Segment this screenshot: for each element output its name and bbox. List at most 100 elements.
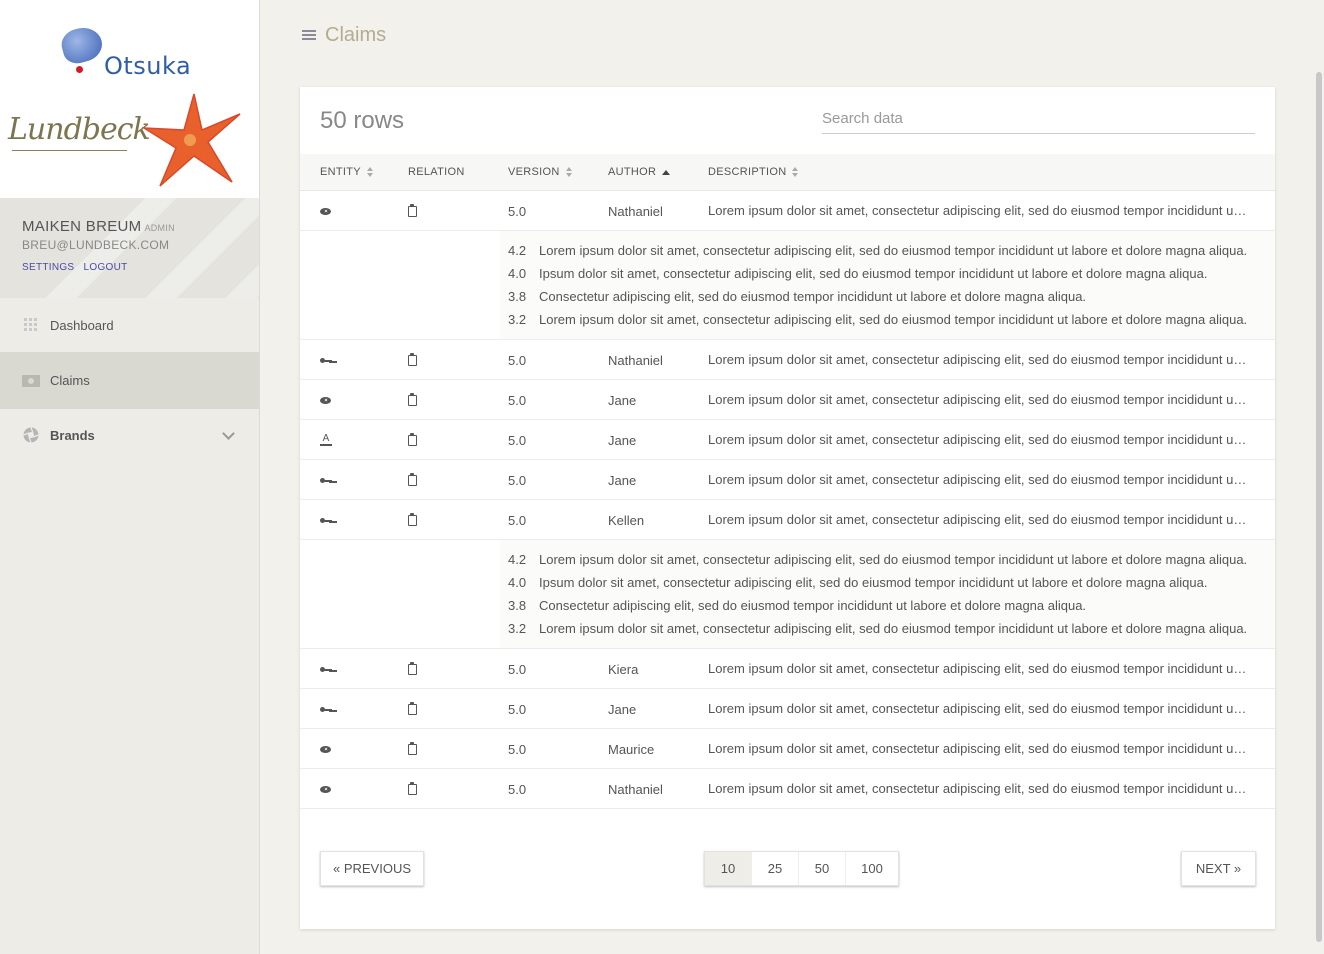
author-cell: Jane — [608, 432, 637, 448]
eye-icon[interactable] — [320, 785, 331, 793]
user-name: MAIKEN BREUM ADMIN — [22, 218, 175, 235]
description-cell: Lorem ipsum dolor sit amet, consectetur … — [708, 661, 1248, 676]
table-row[interactable]: 5.0 Nathaniel Lorem ipsum dolor sit amet, … — [300, 340, 1275, 380]
relation-cell — [408, 380, 428, 420]
relation-cell — [408, 769, 428, 809]
author-cell: Jane — [608, 701, 637, 717]
clipboard-icon[interactable] — [408, 352, 417, 366]
scrollbar[interactable] — [1316, 72, 1322, 942]
logo-area: Otsuka Lundbeck — [0, 0, 259, 198]
page-size-selector: 10 25 50 100 — [704, 851, 899, 886]
table-row[interactable]: 5.0 Jane Lorem ipsum dolor sit amet, conse… — [300, 460, 1275, 500]
history-text: Lorem ipsum dolor sit amet, consectetur … — [539, 312, 1248, 327]
clipboard-icon[interactable] — [408, 392, 417, 406]
clipboard-icon[interactable] — [408, 432, 417, 446]
page-size-50[interactable]: 50 — [799, 852, 846, 885]
description-cell: Lorem ipsum dolor sit amet, consectetur … — [708, 512, 1248, 527]
user-role: ADMIN — [144, 223, 175, 233]
eye-icon[interactable] — [320, 207, 331, 215]
column-header-version[interactable]: VERSION — [508, 166, 573, 178]
table-row[interactable]: 5.0 Nathaniel Lorem ipsum dolor sit amet, … — [300, 191, 1275, 231]
entity-cell — [320, 769, 340, 809]
version-history: 4.2 Lorem ipsum dolor sit amet, consectet… — [300, 540, 1275, 649]
sidebar: Otsuka Lundbeck MAIKEN BREUM ADMIN BREU@L… — [0, 0, 260, 954]
font-color-icon[interactable]: A — [320, 434, 332, 446]
description-cell: Lorem ipsum dolor sit amet, consectetur … — [708, 432, 1248, 447]
history-version: 3.8 — [508, 289, 527, 304]
clipboard-icon[interactable] — [408, 701, 417, 715]
page-header: Claims — [302, 24, 386, 47]
history-version: 4.0 — [508, 266, 527, 281]
search-input[interactable] — [822, 103, 1255, 134]
history-item: 3.8 Consectetur adipiscing elit, sed do e… — [500, 289, 1086, 305]
table-row[interactable]: 5.0 Kiera Lorem ipsum dolor sit amet, cons… — [300, 649, 1275, 689]
description-cell: Lorem ipsum dolor sit amet, consectetur … — [708, 701, 1248, 716]
page-size-100[interactable]: 100 — [846, 852, 898, 885]
key-icon[interactable] — [320, 357, 332, 364]
history-text: Consectetur adipiscing elit, sed do eius… — [539, 598, 1087, 613]
entity-cell — [320, 191, 340, 231]
entity-cell — [320, 649, 340, 689]
previous-button[interactable]: « PREVIOUS — [320, 851, 424, 886]
table-row[interactable]: 5.0 Jane Lorem ipsum dolor sit amet, conse… — [300, 380, 1275, 420]
clipboard-icon[interactable] — [408, 203, 417, 217]
version-cell: 5.0 — [508, 741, 527, 757]
sort-icon — [366, 167, 374, 177]
column-header-author[interactable]: AUTHOR — [608, 166, 671, 178]
version-cell: 5.0 — [508, 472, 527, 488]
key-icon[interactable] — [320, 706, 332, 713]
table-row[interactable]: 5.0 Kellen Lorem ipsum dolor sit amet, con… — [300, 500, 1275, 540]
clipboard-icon[interactable] — [408, 472, 417, 486]
relation-cell — [408, 420, 428, 460]
next-button[interactable]: NEXT » — [1181, 851, 1256, 886]
entity-cell — [320, 500, 340, 540]
sidebar-item-claims[interactable]: Claims — [0, 352, 259, 409]
version-cell: 5.0 — [508, 661, 527, 677]
history-version: 4.2 — [508, 552, 527, 567]
version-cell: 5.0 — [508, 432, 527, 448]
entity-cell — [320, 340, 340, 380]
sidebar-item-label: Dashboard — [50, 317, 114, 333]
author-cell: Jane — [608, 472, 637, 488]
table-header: ENTITY RELATION VERSION AUTHOR DESCRIPTI… — [300, 154, 1275, 191]
page-size-10[interactable]: 10 — [705, 852, 752, 885]
table-row[interactable]: A 5.0 Jane Lorem ipsum dolor sit amet, cons… — [300, 420, 1275, 460]
history-item: 4.2 Lorem ipsum dolor sit amet, consectet… — [500, 552, 1247, 568]
page-size-25[interactable]: 25 — [752, 852, 799, 885]
clipboard-icon[interactable] — [408, 741, 417, 755]
table-row[interactable]: 5.0 Nathaniel Lorem ipsum dolor sit amet, … — [300, 769, 1275, 809]
history-item: 3.2 Lorem ipsum dolor sit amet, consectet… — [500, 312, 1247, 328]
history-text: Ipsum dolor sit amet, consectetur adipis… — [539, 266, 1208, 281]
column-header-entity[interactable]: ENTITY — [320, 166, 374, 178]
list-icon — [302, 29, 316, 42]
clipboard-icon[interactable] — [408, 781, 417, 795]
history-version: 4.0 — [508, 575, 527, 590]
logout-link[interactable]: LOGOUT — [84, 262, 128, 273]
chevron-down-icon[interactable] — [222, 427, 235, 440]
key-icon[interactable] — [320, 477, 332, 484]
sidebar-item-dashboard[interactable]: Dashboard — [0, 298, 259, 352]
settings-link[interactable]: SETTINGS — [22, 262, 74, 273]
history-text: Consectetur adipiscing elit, sed do eius… — [539, 289, 1087, 304]
table-row[interactable]: 5.0 Jane Lorem ipsum dolor sit amet, conse… — [300, 689, 1275, 729]
entity-cell — [320, 460, 340, 500]
table-row[interactable]: 5.0 Maurice Lorem ipsum dolor sit amet, co… — [300, 729, 1275, 769]
clipboard-icon[interactable] — [408, 512, 417, 526]
column-header-description[interactable]: DESCRIPTION — [708, 166, 799, 178]
version-cell: 5.0 — [508, 512, 527, 528]
eye-icon[interactable] — [320, 745, 331, 753]
version-cell: 5.0 — [508, 781, 527, 797]
sidebar-item-brands[interactable]: Brands — [0, 409, 259, 461]
description-cell: Lorem ipsum dolor sit amet, consectetur … — [708, 203, 1248, 218]
key-icon[interactable] — [320, 666, 332, 673]
claims-table-card: 50 rows ENTITY RELATION VERSION AUTHOR D… — [300, 87, 1275, 929]
eye-icon[interactable] — [320, 396, 331, 404]
key-icon[interactable] — [320, 517, 332, 524]
history-version: 3.8 — [508, 598, 527, 613]
clipboard-icon[interactable] — [408, 661, 417, 675]
description-cell: Lorem ipsum dolor sit amet, consectetur … — [708, 741, 1248, 756]
claims-icon — [22, 373, 40, 389]
version-cell: 5.0 — [508, 203, 527, 219]
sidebar-nav: Dashboard Claims Brands — [0, 298, 259, 461]
history-text: Lorem ipsum dolor sit amet, consectetur … — [539, 552, 1248, 567]
